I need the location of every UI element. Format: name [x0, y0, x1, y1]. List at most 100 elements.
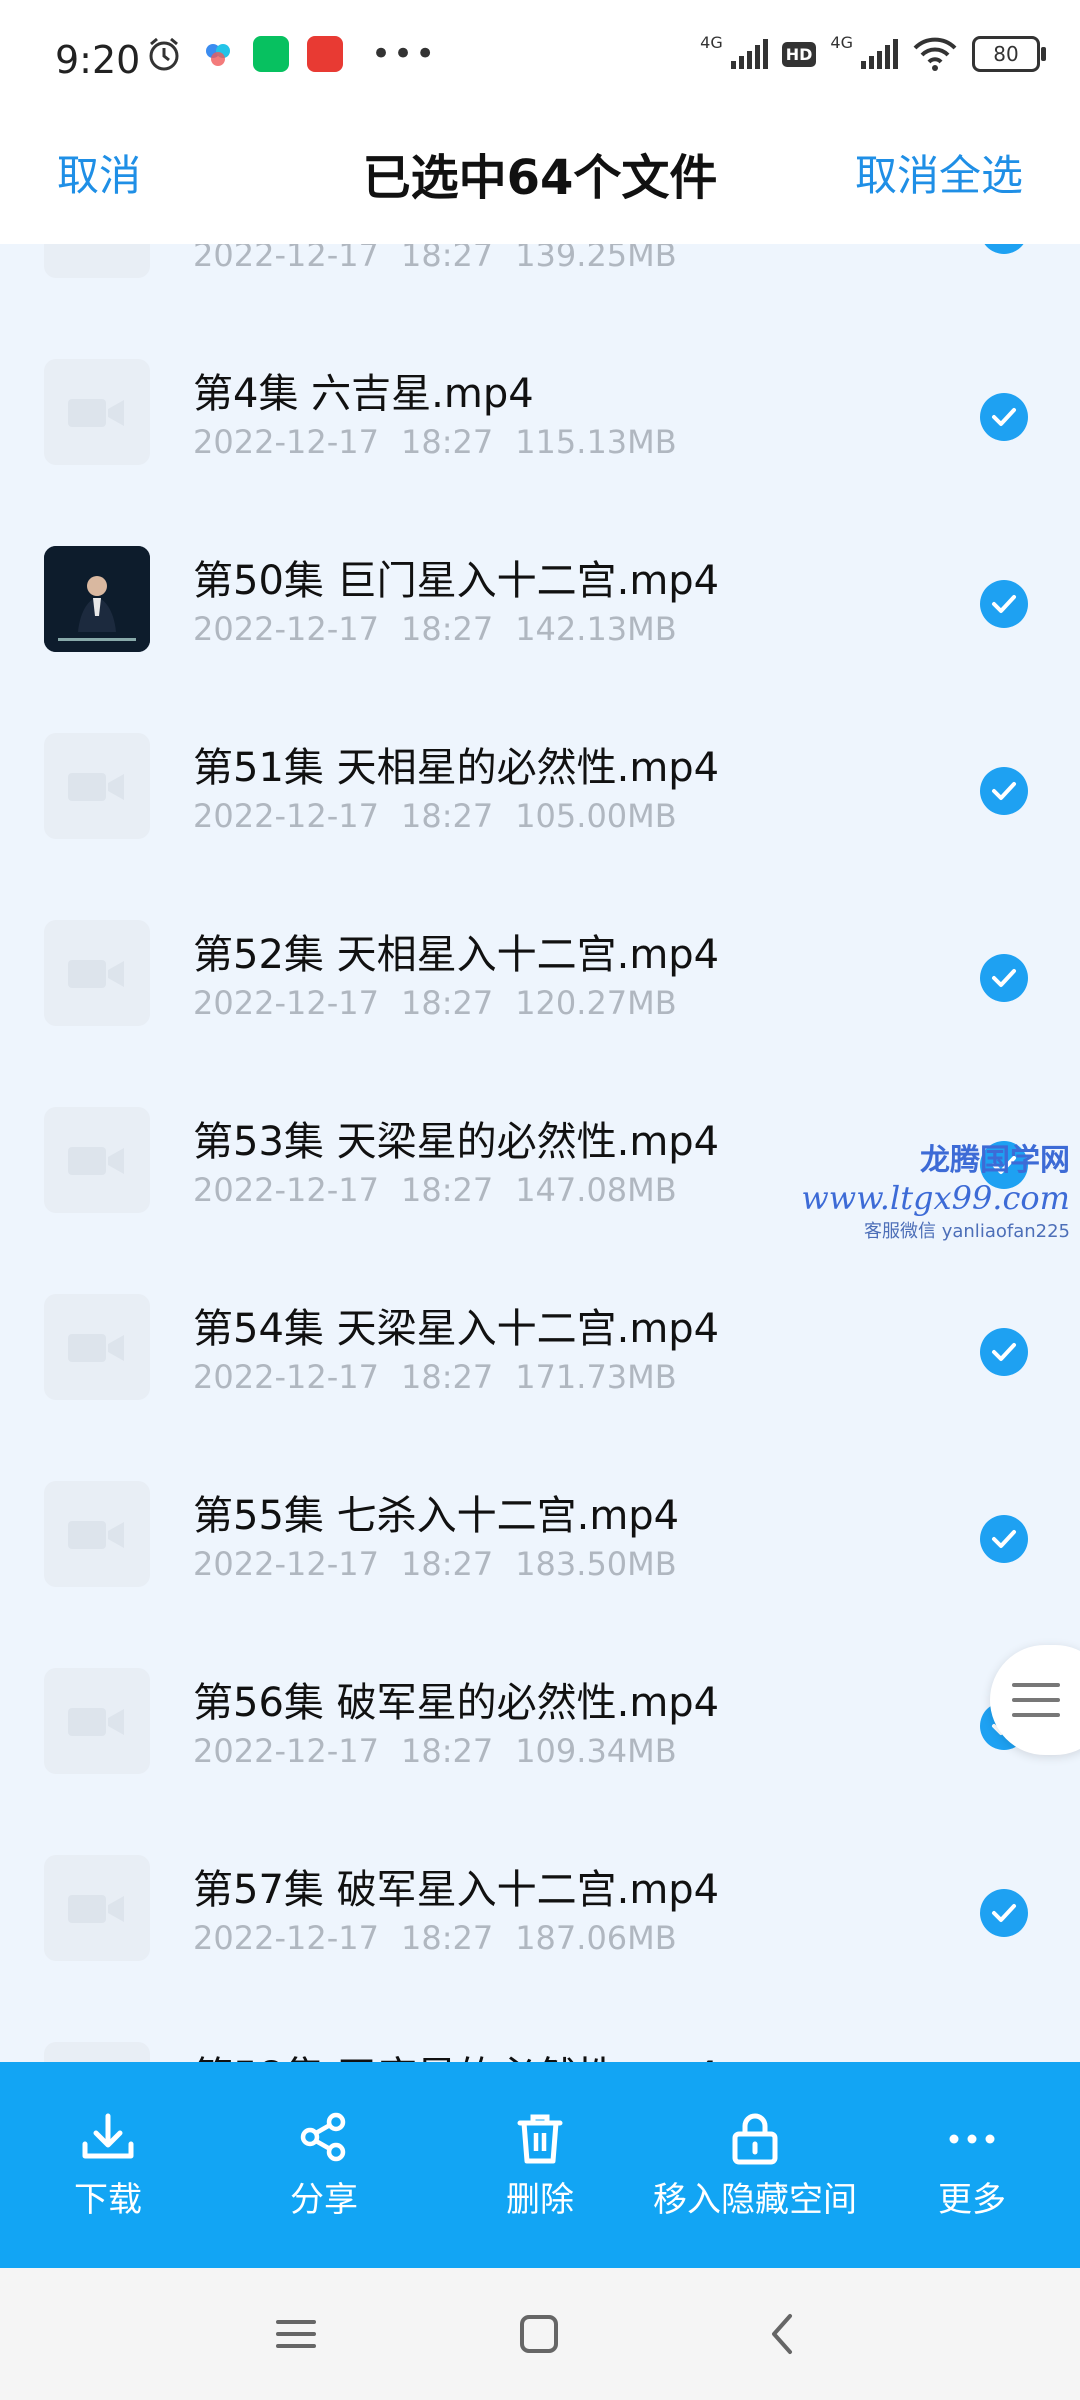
file-date: 2022-12-17	[193, 1919, 379, 1957]
status-time: 9:20	[55, 38, 141, 82]
system-nav-bar	[0, 2268, 1080, 2400]
file-name: 第58集 天府星的必然性.mp4	[193, 2044, 719, 2062]
file-row[interactable]: 第50集 巨门星入十二宫.mp4 2022-12-17 18:27 142.13MB	[0, 488, 1080, 675]
file-row[interactable]: 第56集 破军星的必然性.mp4 2022-12-17 18:27 109.34MB	[0, 1610, 1080, 1797]
file-row[interactable]: 第4集 六吉星.mp4 2022-12-17 18:27 115.13MB	[0, 301, 1080, 488]
checkmark-icon	[992, 595, 1016, 613]
selected-checkbox[interactable]	[980, 1889, 1028, 1937]
recent-apps-icon[interactable]	[272, 2308, 320, 2360]
video-placeholder-icon	[44, 920, 150, 1026]
status-left-icons: •••	[145, 34, 437, 74]
file-size: 109.34MB	[515, 1732, 677, 1770]
wechat-icon	[253, 36, 289, 72]
file-row[interactable]: 2022-12-17 18:27 139.25MB	[0, 244, 1080, 301]
file-meta: 2022-12-17 18:27 115.13MB	[193, 423, 699, 461]
back-icon[interactable]	[760, 2308, 808, 2360]
selected-checkbox[interactable]	[980, 1328, 1028, 1376]
file-size: 142.13MB	[515, 610, 677, 648]
file-time: 18:27	[400, 423, 494, 461]
lock-icon	[732, 2113, 778, 2165]
file-size: 120.27MB	[515, 984, 677, 1022]
selected-checkbox[interactable]	[980, 954, 1028, 1002]
selected-checkbox[interactable]	[980, 1515, 1028, 1563]
network-type-2: 4G	[830, 32, 853, 52]
file-name: 第56集 破军星的必然性.mp4	[193, 1680, 720, 1726]
selected-checkbox[interactable]	[980, 244, 1028, 254]
file-row[interactable]: 第55集 七杀入十二宫.mp4 2022-12-17 18:27 183.50MB	[0, 1423, 1080, 1610]
status-right-icons: 4G HD 4G 80	[700, 32, 1046, 72]
video-placeholder-icon	[44, 1481, 150, 1587]
file-row[interactable]: 第52集 天相星入十二宫.mp4 2022-12-17 18:27 120.27MB	[0, 862, 1080, 1049]
download-button[interactable]: 下载	[38, 2062, 178, 2268]
file-size: 187.06MB	[515, 1919, 677, 1957]
move-to-hidden-button[interactable]: 移入隐藏空间	[640, 2062, 870, 2268]
file-time: 18:27	[400, 1171, 494, 1209]
selected-checkbox[interactable]	[980, 393, 1028, 441]
share-button[interactable]: 分享	[254, 2062, 394, 2268]
checkmark-icon	[992, 969, 1016, 987]
file-meta: 2022-12-17 18:27 139.25MB	[193, 244, 699, 274]
video-placeholder-icon	[44, 733, 150, 839]
watermark: 龙腾国学网 www.ltgx99.com 客服微信 yanliaofan225	[801, 1135, 1070, 1243]
file-date: 2022-12-17	[193, 1358, 379, 1396]
file-time: 18:27	[400, 1732, 494, 1770]
file-size: 183.50MB	[515, 1545, 677, 1583]
file-time: 18:27	[400, 797, 494, 835]
file-name: 第4集 六吉星.mp4	[193, 371, 534, 417]
file-meta: 2022-12-17 18:27 187.06MB	[193, 1919, 699, 1957]
more-notifications-icon: •••	[371, 34, 438, 74]
watermark-site-name: 龙腾国学网	[920, 1143, 1070, 1178]
video-placeholder-icon	[44, 1294, 150, 1400]
file-meta: 2022-12-17 18:27 120.27MB	[193, 984, 699, 1022]
video-placeholder-icon	[44, 1107, 150, 1213]
news-app-icon	[307, 36, 343, 72]
checkmark-icon	[992, 1343, 1016, 1361]
hd-badge: HD	[781, 41, 817, 67]
file-meta: 2022-12-17 18:27 183.50MB	[193, 1545, 699, 1583]
battery-indicator: 80	[972, 36, 1046, 72]
trash-icon	[517, 2114, 563, 2164]
delete-label: 删除	[506, 2180, 574, 2220]
file-row[interactable]: 第54集 天梁星入十二宫.mp4 2022-12-17 18:27 171.73MB	[0, 1236, 1080, 1423]
file-size: 147.08MB	[515, 1171, 677, 1209]
video-placeholder-icon	[44, 359, 150, 465]
checkmark-icon	[992, 408, 1016, 426]
file-size: 139.25MB	[515, 244, 677, 274]
file-date: 2022-12-17	[193, 1171, 379, 1209]
file-time: 18:27	[400, 610, 494, 648]
file-row[interactable]: 第51集 天相星的必然性.mp4 2022-12-17 18:27 105.00MB	[0, 675, 1080, 862]
share-label: 分享	[290, 2180, 358, 2220]
file-meta: 2022-12-17 18:27 142.13MB	[193, 610, 699, 648]
download-icon	[82, 2113, 134, 2159]
home-icon[interactable]	[515, 2308, 563, 2360]
file-date: 2022-12-17	[193, 423, 379, 461]
download-label: 下载	[74, 2180, 142, 2220]
file-row[interactable]: 第57集 破军星入十二宫.mp4 2022-12-17 18:27 187.06MB	[0, 1797, 1080, 1984]
delete-button[interactable]: 删除	[470, 2062, 610, 2268]
video-placeholder-icon	[44, 1668, 150, 1774]
file-row[interactable]: 第58集 天府星的必然性.mp4	[0, 1984, 1080, 2062]
deselect-all-button[interactable]: 取消全选	[855, 142, 1023, 203]
file-name: 第57集 破军星入十二宫.mp4	[193, 1867, 720, 1913]
file-name: 第54集 天梁星入十二宫.mp4	[193, 1306, 720, 1352]
wifi-icon	[913, 37, 957, 71]
more-icon	[949, 2134, 995, 2144]
file-meta: 2022-12-17 18:27 109.34MB	[193, 1732, 699, 1770]
file-meta: 2022-12-17 18:27 147.08MB	[193, 1171, 699, 1209]
video-thumbnail	[44, 546, 150, 652]
selection-header: 取消 已选中64个文件 取消全选	[0, 120, 1080, 244]
file-date: 2022-12-17	[193, 797, 379, 835]
file-date: 2022-12-17	[193, 984, 379, 1022]
checkmark-icon	[992, 1530, 1016, 1548]
file-time: 18:27	[400, 984, 494, 1022]
selected-checkbox[interactable]	[980, 767, 1028, 815]
file-name: 第50集 巨门星入十二宫.mp4	[193, 558, 720, 604]
alarm-icon	[149, 37, 179, 71]
more-button[interactable]: 更多	[902, 2062, 1042, 2268]
file-date: 2022-12-17	[193, 1545, 379, 1583]
file-name: 第52集 天相星入十二宫.mp4	[193, 932, 720, 978]
selected-checkbox[interactable]	[980, 580, 1028, 628]
file-size: 171.73MB	[515, 1358, 677, 1396]
file-size: 105.00MB	[515, 797, 677, 835]
file-time: 18:27	[400, 244, 494, 274]
